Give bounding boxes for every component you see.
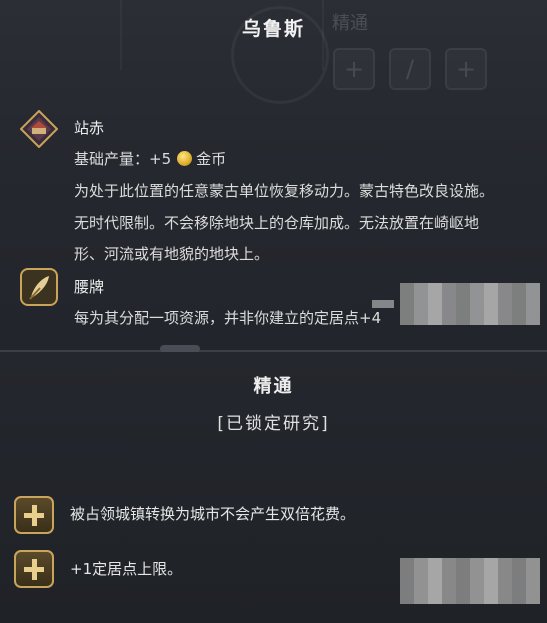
mastery-item-text: +1定居点上限。 bbox=[70, 560, 183, 578]
ability-yield: 基础产量：+5 金币 bbox=[74, 148, 226, 169]
gold-coin-icon bbox=[177, 151, 193, 166]
ghost-plus-icon: + bbox=[333, 48, 375, 90]
mastery-title: 精通 bbox=[253, 376, 294, 397]
yield-label: 基础产量： bbox=[74, 150, 150, 168]
paiza-icon bbox=[20, 268, 58, 306]
ability-panel: 精通 + / + 乌鲁斯 站赤 基础产量：+5 金币 为处于此位置的任意蒙古单位恢… bbox=[0, 0, 547, 352]
mastery-panel: 精通 [已锁定研究] 被占领城镇转换为城市不会产生双倍花费。 +1定居点上限。 bbox=[0, 352, 547, 623]
civilization-title: 乌鲁斯 bbox=[241, 18, 305, 40]
yam-station-icon bbox=[20, 110, 58, 148]
ability-name: 站赤 bbox=[74, 119, 105, 137]
locked-status: [已锁定研究] bbox=[217, 414, 330, 434]
ability-desc-line: 无时代限制。不会移除地块上的仓库加成。无法放置在崎岖地 bbox=[74, 214, 480, 232]
plus-icon bbox=[14, 550, 54, 588]
yield-value: +5 bbox=[149, 150, 172, 168]
pixelated-overlay bbox=[400, 283, 540, 325]
plus-icon bbox=[14, 496, 54, 534]
ghost-plus-icon: + bbox=[445, 48, 487, 90]
yield-resource: 金币 bbox=[196, 150, 227, 168]
ability-desc-line: 形、河流或有地貌的地块上。 bbox=[74, 245, 270, 263]
pixelated-overlay bbox=[372, 300, 394, 308]
ability-desc-line: 为处于此位置的任意蒙古单位恢复移动力。蒙古特色改良设施。 bbox=[74, 182, 495, 200]
ghost-quill-icon: / bbox=[389, 48, 431, 90]
pixelated-overlay bbox=[400, 558, 540, 604]
mastery-item-text: 被占领城镇转换为城市不会产生双倍花费。 bbox=[70, 505, 356, 523]
ability-name: 腰牌 bbox=[74, 278, 105, 296]
ability-desc-line: 每为其分配一项资源，并非你建立的定居点+4 bbox=[74, 309, 382, 327]
